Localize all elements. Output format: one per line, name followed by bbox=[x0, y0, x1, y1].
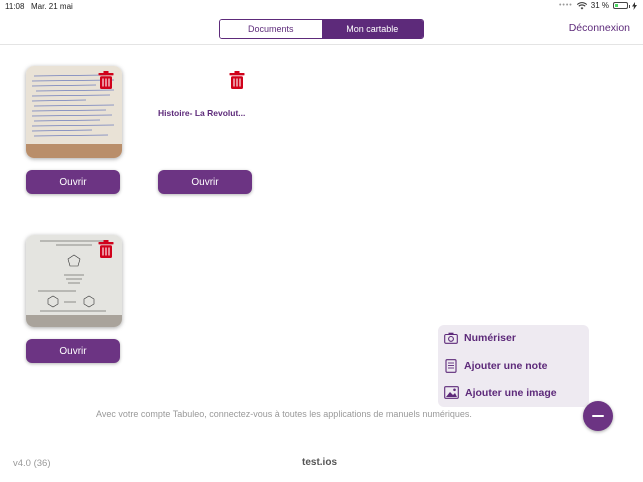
menu-item-add-image[interactable]: Ajouter une image bbox=[444, 386, 557, 399]
top-bar: Documents Mon cartable Déconnexion bbox=[0, 14, 643, 45]
menu-item-scan[interactable]: Numériser bbox=[444, 332, 516, 344]
view-segmented-control: Documents Mon cartable bbox=[219, 19, 424, 39]
minus-icon bbox=[592, 414, 604, 418]
menu-item-label: Ajouter une note bbox=[464, 360, 548, 372]
open-document-button[interactable]: Ouvrir bbox=[26, 170, 120, 194]
open-document-button[interactable]: Ouvrir bbox=[158, 170, 252, 194]
document-title[interactable]: Histoire- La Revolut... bbox=[158, 108, 245, 118]
menu-item-add-note[interactable]: Ajouter une note bbox=[444, 359, 547, 373]
charging-bolt-icon bbox=[632, 1, 637, 10]
delete-trash-icon[interactable] bbox=[98, 71, 114, 89]
wifi-icon bbox=[576, 1, 587, 9]
open-document-button[interactable]: Ouvrir bbox=[26, 339, 120, 363]
logout-button[interactable]: Déconnexion bbox=[569, 22, 630, 34]
status-right: •••• 31 % bbox=[559, 1, 637, 10]
signal-dots-icon: •••• bbox=[558, 2, 573, 9]
menu-item-label: Ajouter une image bbox=[465, 386, 557, 399]
battery-icon bbox=[613, 2, 630, 9]
info-text: Avec votre compte Tabuleo, connectez-vou… bbox=[96, 409, 472, 419]
tab-documents[interactable]: Documents bbox=[220, 20, 322, 38]
note-icon bbox=[445, 359, 457, 373]
add-menu: Numériser Ajouter une note Ajouter une i… bbox=[438, 325, 589, 407]
tab-mon-cartable[interactable]: Mon cartable bbox=[321, 20, 423, 38]
delete-trash-icon[interactable] bbox=[229, 71, 245, 89]
status-date: Mar. 21 mai bbox=[31, 2, 73, 11]
app-version: v4.0 (36) bbox=[13, 458, 51, 469]
image-icon bbox=[444, 386, 459, 399]
close-menu-fab-button[interactable] bbox=[583, 401, 613, 431]
account-name: test.ios bbox=[302, 457, 338, 468]
status-time: 11:08 bbox=[5, 2, 25, 11]
camera-icon bbox=[444, 332, 458, 344]
delete-trash-icon[interactable] bbox=[98, 240, 114, 258]
battery-percent: 31 % bbox=[590, 1, 609, 10]
status-bar: 11:08 Mar. 21 mai •••• 31 % bbox=[0, 0, 643, 14]
menu-item-label: Numériser bbox=[464, 332, 516, 344]
